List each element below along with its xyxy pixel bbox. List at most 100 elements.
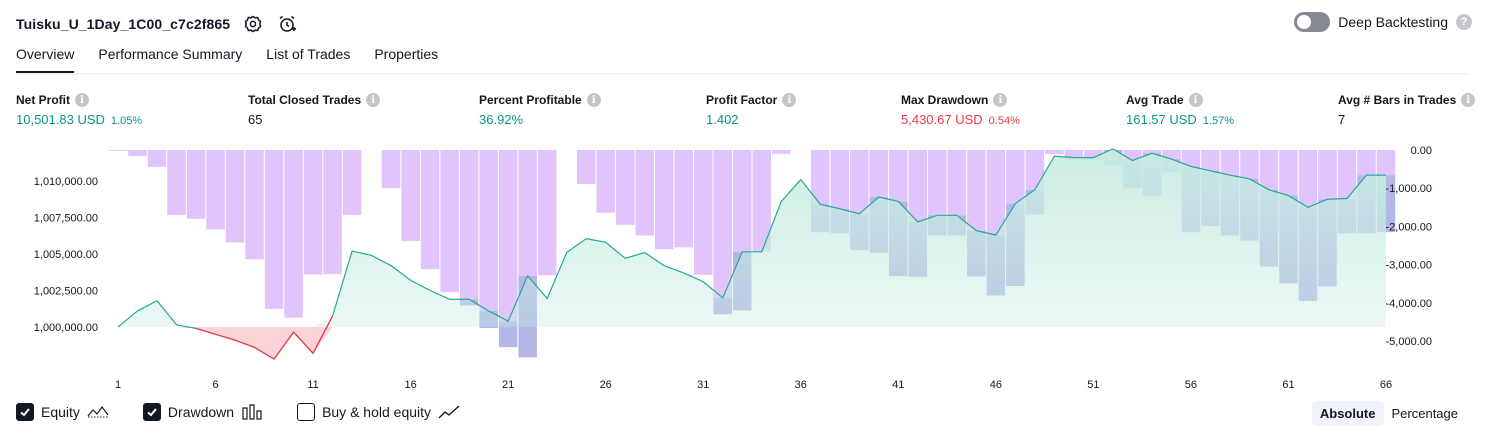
x-tick-label: 16 xyxy=(404,379,416,391)
x-tick-label: 61 xyxy=(1282,379,1294,391)
metric-avg-bars-in-trades: Avg # Bars in Trades i 7 xyxy=(1338,93,1476,127)
drawdown-bar xyxy=(615,150,635,225)
drawdown-bar xyxy=(830,150,850,209)
info-icon[interactable]: i xyxy=(75,93,89,107)
drawdown-bar xyxy=(1220,150,1240,176)
deep-backtesting: Deep Backtesting ? xyxy=(1294,12,1472,32)
metric-percent: 1.57% xyxy=(1202,115,1235,127)
drawdown-bar xyxy=(206,150,225,230)
drawdown-bar xyxy=(1318,150,1337,200)
legend-buy-hold[interactable]: Buy & hold equity xyxy=(297,403,460,421)
metric-label: Avg # Bars in Trades xyxy=(1338,93,1457,107)
legend-drawdown[interactable]: Drawdown xyxy=(142,403,263,421)
tab-overview[interactable]: Overview xyxy=(16,46,75,74)
x-tick-label: 21 xyxy=(502,379,514,391)
info-icon[interactable]: i xyxy=(366,93,381,107)
metric-percent: 0.54% xyxy=(988,115,1020,127)
left-tick-label: 1,002,500.00 xyxy=(34,286,98,298)
info-icon[interactable]: i xyxy=(993,93,1008,107)
left-axis: 1,000,000.00 1,002,500.00 1,005,000.00 1,00… xyxy=(34,176,98,334)
drawdown-bar xyxy=(596,150,615,213)
settings-icon[interactable] xyxy=(242,13,264,35)
tab-divider xyxy=(16,73,1470,75)
drawdown-bar xyxy=(479,150,498,311)
deep-backtesting-label: Deep Backtesting xyxy=(1338,14,1448,30)
metric-profit-factor: Profit Factor i 1.402 xyxy=(706,93,797,127)
x-tick-label: 31 xyxy=(697,379,709,391)
left-tick-label: 1,010,000.00 xyxy=(34,176,98,188)
x-tick-label: 6 xyxy=(212,379,218,391)
equity-drawdown-chart[interactable]: 1,000,000.00 1,002,500.00 1,005,000.00 1,00… xyxy=(0,140,1486,398)
drawdown-checkbox[interactable] xyxy=(142,403,161,421)
right-tick-label: 0.00 xyxy=(1411,145,1432,157)
right-tick-label: -4,000.00 xyxy=(1386,298,1432,310)
percentage-button[interactable]: Percentage xyxy=(1384,401,1467,426)
scale-mode-switch: Absolute Percentage xyxy=(1311,401,1467,426)
drawdown-bar xyxy=(947,150,967,216)
tab-properties[interactable]: Properties xyxy=(374,46,438,74)
drawdown-bar xyxy=(674,150,693,248)
metric-percent: 1.05% xyxy=(110,115,143,127)
drawdown-bar xyxy=(693,150,713,275)
x-tick-label: 66 xyxy=(1380,379,1392,391)
drawdown-bar xyxy=(654,150,674,250)
info-icon[interactable]: i xyxy=(1188,93,1203,107)
x-axis: 1 6 11 16 21 26 31 36 41 46 51 56 61 66 xyxy=(115,379,1392,391)
drawdown-bar xyxy=(108,150,128,151)
drawdown-bar xyxy=(342,150,362,215)
tab-performance-summary[interactable]: Performance Summary xyxy=(98,46,242,74)
left-tick-label: 1,007,500.00 xyxy=(34,213,98,225)
metric-value: 10,501.83 USD xyxy=(16,112,105,127)
drawdown-bar xyxy=(459,150,479,300)
drawdown-bar xyxy=(128,150,147,157)
equity-loss-fill xyxy=(176,327,333,360)
x-tick-label: 51 xyxy=(1087,379,1099,391)
absolute-button[interactable]: Absolute xyxy=(1311,401,1384,426)
strategy-title: Tuisku_U_1Day_1C00_c7c2f865 xyxy=(16,16,231,32)
drawdown-bar xyxy=(264,150,284,309)
bar-chart-icon xyxy=(242,404,262,420)
info-icon[interactable]: i xyxy=(586,93,601,107)
drawdown-bar xyxy=(1240,150,1259,179)
drawdown-bar xyxy=(147,150,167,167)
buy-hold-checkbox[interactable] xyxy=(297,403,316,421)
legend-drawdown-label: Drawdown xyxy=(167,404,235,420)
drawdown-bar xyxy=(850,150,869,214)
alarm-add-icon[interactable] xyxy=(276,13,298,35)
x-tick-label: 41 xyxy=(892,379,904,391)
metric-avg-trade: Avg Trade i 161.57 USD 1.57% xyxy=(1126,93,1234,127)
x-tick-label: 1 xyxy=(115,379,121,391)
metric-value: 1.402 xyxy=(706,112,739,127)
metric-label: Profit Factor xyxy=(706,93,778,107)
drawdown-bar xyxy=(303,150,323,275)
drawdown-bar xyxy=(245,150,264,260)
metric-value: 7 xyxy=(1338,112,1346,127)
tab-list-of-trades[interactable]: List of Trades xyxy=(266,46,350,74)
info-icon[interactable]: i xyxy=(782,93,797,107)
drawdown-bar xyxy=(323,150,342,275)
deep-backtesting-toggle[interactable] xyxy=(1294,12,1331,32)
info-icon[interactable]: i xyxy=(1461,93,1476,107)
metric-value: 5,430.67 USD xyxy=(901,112,983,127)
metric-label: Net Profit xyxy=(16,93,70,107)
right-tick-label: -5,000.00 xyxy=(1386,336,1432,348)
metric-label: Percent Profitable xyxy=(479,93,582,107)
x-tick-label: 46 xyxy=(990,379,1002,391)
drawdown-bar xyxy=(518,150,537,276)
drawdown-bar xyxy=(401,150,420,241)
drawdown-bar xyxy=(732,150,752,252)
metric-percent-profitable: Percent Profitable i 36.92% xyxy=(479,93,601,127)
x-tick-label: 36 xyxy=(795,379,807,391)
legend-equity[interactable]: Equity xyxy=(16,403,109,421)
chart-legend: Equity Drawdown Buy & hold equity xyxy=(16,403,494,421)
equity-checkbox[interactable] xyxy=(16,403,34,421)
drawdown-bar xyxy=(225,150,245,243)
equity-line-icon xyxy=(87,405,109,418)
drawdown-bar xyxy=(713,150,732,298)
right-tick-label: -2,000.00 xyxy=(1386,221,1432,233)
help-icon[interactable]: ? xyxy=(1456,14,1472,30)
drawdown-bar xyxy=(1376,150,1396,176)
metric-value: 36.92% xyxy=(479,112,524,127)
drawdown-bar xyxy=(186,150,206,219)
drawdown-bar xyxy=(1357,150,1376,176)
